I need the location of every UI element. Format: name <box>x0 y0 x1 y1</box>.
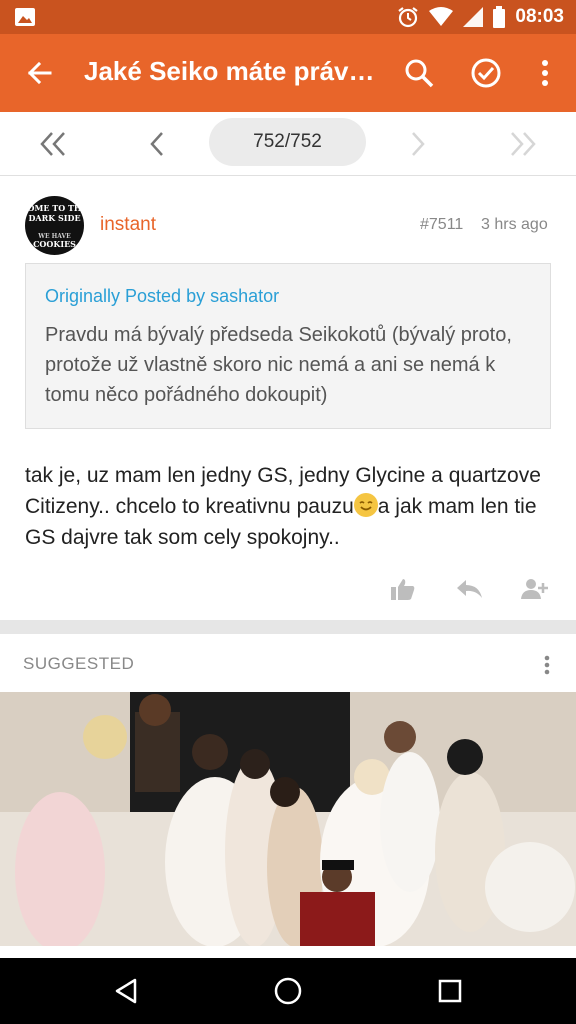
suggested-label: SUGGESTED <box>23 654 135 673</box>
post-body: tak je, uz mam len jedny GS, jedny Glyci… <box>25 460 555 553</box>
back-button[interactable] <box>20 53 60 93</box>
signal-icon <box>463 7 484 27</box>
smile-emoji-icon <box>353 493 378 517</box>
check-circle-icon <box>471 58 501 88</box>
reply-icon <box>457 580 482 598</box>
next-page-button[interactable] <box>398 124 438 164</box>
post-author[interactable]: instant <box>100 214 156 236</box>
system-navigation-bar <box>0 958 576 1024</box>
double-chevron-right-icon <box>511 132 536 156</box>
post: OME TO TH DARK SIDE WE HAVE COOKIES inst… <box>0 176 576 620</box>
thumbs-up-icon <box>391 579 415 600</box>
overflow-menu-button[interactable] <box>525 53 565 93</box>
mark-read-button[interactable] <box>466 53 506 93</box>
image-notification-icon <box>15 8 35 26</box>
avatar[interactable]: OME TO TH DARK SIDE WE HAVE COOKIES <box>25 196 84 255</box>
search-button[interactable] <box>399 53 439 93</box>
page-navigator: 752/752 <box>0 112 576 176</box>
app-bar: Jaké Seiko máte práv… <box>0 34 576 112</box>
triangle-back-icon <box>115 978 137 1004</box>
square-recents-icon <box>438 979 462 1003</box>
quote-text: Pravdu má bývalý předseda Seikokotů (býv… <box>45 324 512 406</box>
suggested-section: SUGGESTED <box>0 634 576 954</box>
more-vertical-icon <box>542 60 548 86</box>
nav-recents-button[interactable] <box>430 971 470 1011</box>
suggested-menu-button[interactable] <box>532 648 562 682</box>
post-number[interactable]: #7511 <box>420 216 463 234</box>
arrow-left-icon <box>27 61 52 85</box>
status-icons: 08:03 <box>397 0 564 34</box>
chevron-right-icon <box>412 132 425 156</box>
last-page-button[interactable] <box>503 124 543 164</box>
more-vertical-icon <box>544 655 550 675</box>
page-indicator[interactable]: 752/752 <box>209 118 366 166</box>
chevron-left-icon <box>150 132 163 156</box>
quote-header[interactable]: Originally Posted by sashator <box>45 286 279 307</box>
group-photo-image <box>0 692 576 946</box>
status-time: 08:03 <box>515 6 564 27</box>
search-icon <box>405 59 434 88</box>
quote-block: Originally Posted by sashator Pravdu má … <box>25 263 551 429</box>
status-bar: 08:03 <box>0 0 576 34</box>
post-timestamp: 3 hrs ago <box>481 216 548 233</box>
circle-home-icon <box>274 977 302 1005</box>
previous-page-button[interactable] <box>137 124 177 164</box>
thread-title: Jaké Seiko máte práv… <box>84 56 375 86</box>
wifi-icon <box>429 7 454 26</box>
nav-home-button[interactable] <box>268 971 308 1011</box>
nav-back-button[interactable] <box>106 971 146 1011</box>
like-button[interactable] <box>385 574 421 604</box>
reply-button[interactable] <box>451 574 487 604</box>
add-user-icon <box>521 579 548 599</box>
alarm-icon <box>398 7 419 28</box>
section-divider <box>0 620 576 634</box>
first-page-button[interactable] <box>33 124 73 164</box>
suggested-photo[interactable] <box>0 692 576 946</box>
double-chevron-left-icon <box>40 132 65 156</box>
follow-user-button[interactable] <box>518 574 554 604</box>
battery-icon <box>493 6 506 28</box>
